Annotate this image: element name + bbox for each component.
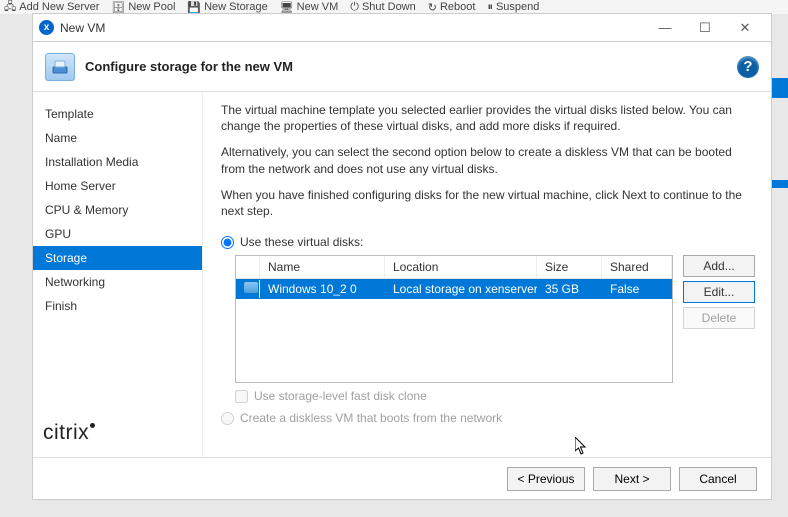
window-title: New VM [60,21,105,35]
brand-logo: citrix [33,411,202,457]
table-row[interactable]: Windows 10_2 0 Local storage on xenserve… [236,279,672,299]
bg-item: 💾 New Storage [187,0,267,14]
intro-text-2: Alternatively, you can select the second… [221,144,755,176]
content-pane: The virtual machine template you selecte… [203,92,771,457]
disks-table[interactable]: Name Location Size Shared Windows 10_2 0… [235,255,673,383]
background-toolbar: 🖧 Add New Server 🗄 New Pool 💾 New Storag… [0,0,788,14]
radio-use-input[interactable] [221,236,234,249]
fast-clone-input [235,390,248,403]
th-name[interactable]: Name [260,256,385,278]
wizard-steps: Template Name Installation Media Home Se… [33,92,203,457]
intro-text-1: The virtual machine template you selecte… [221,102,755,134]
radio-diskless-input [221,412,234,425]
page-title: Configure storage for the new VM [85,59,293,74]
app-icon: x [39,20,54,35]
next-button[interactable]: Next > [593,467,671,491]
fast-clone-label: Use storage-level fast disk clone [254,389,427,403]
edit-button[interactable]: Edit... [683,281,755,303]
step-template[interactable]: Template [33,102,202,126]
cell-name: Windows 10_2 0 [260,280,385,298]
step-name[interactable]: Name [33,126,202,150]
dialog-header: Configure storage for the new VM ? [33,42,771,92]
wizard-footer: < Previous Next > Cancel [33,457,771,499]
intro-text-3: When you have finished configuring disks… [221,187,755,219]
minimize-button[interactable]: — [645,14,685,41]
step-storage[interactable]: Storage [33,246,202,270]
bg-item: ↻ Reboot [428,0,476,14]
bg-item: 🗄 New Pool [111,0,175,14]
cancel-button[interactable]: Cancel [679,467,757,491]
th-shared[interactable]: Shared [602,256,672,278]
th-location[interactable]: Location [385,256,537,278]
add-button[interactable]: Add... [683,255,755,277]
radio-use-label: Use these virtual disks: [240,235,363,249]
previous-button[interactable]: < Previous [507,467,585,491]
bg-item: 🖧 Add New Server [4,0,99,14]
storage-icon [45,53,75,81]
close-button[interactable]: ✕ [725,14,765,41]
radio-use-virtual-disks[interactable]: Use these virtual disks: [221,235,755,249]
cell-shared: False [602,280,672,298]
disk-icon [244,282,258,293]
table-header: Name Location Size Shared [236,256,672,279]
step-finish[interactable]: Finish [33,294,202,318]
bg-item: 🖥 New VM [280,0,339,14]
maximize-button[interactable]: ☐ [685,14,725,41]
radio-diskless-label: Create a diskless VM that boots from the… [240,411,502,425]
wizard-dialog: Configure storage for the new VM ? Templ… [32,41,772,500]
bg-item: ⏻ Shut Down [350,0,416,14]
step-gpu[interactable]: GPU [33,222,202,246]
delete-button: Delete [683,307,755,329]
help-icon[interactable]: ? [737,56,759,78]
step-home-server[interactable]: Home Server [33,174,202,198]
titlebar: x New VM — ☐ ✕ [32,13,772,41]
th-size[interactable]: Size [537,256,602,278]
step-cpu-memory[interactable]: CPU & Memory [33,198,202,222]
step-networking[interactable]: Networking [33,270,202,294]
fast-clone-checkbox: Use storage-level fast disk clone [235,389,755,403]
step-installation-media[interactable]: Installation Media [33,150,202,174]
radio-diskless-vm: Create a diskless VM that boots from the… [221,411,755,425]
cell-location: Local storage on xenserver [385,280,537,298]
cell-size: 35 GB [537,280,602,298]
bg-item: ⏸ Suspend [487,0,539,14]
